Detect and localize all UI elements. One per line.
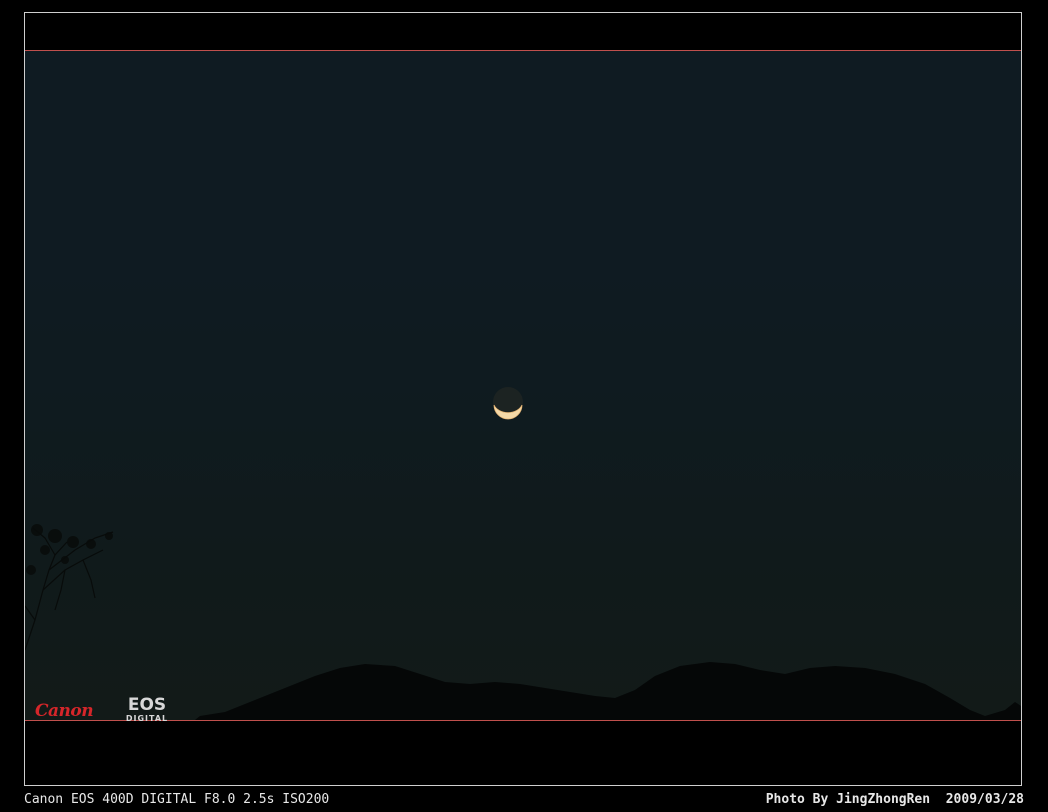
top-frame-line [25,50,1021,51]
photo-frame: Canon EOS DIGITAL [24,12,1022,786]
canon-logo: Canon [35,701,94,721]
landscape-scene [25,387,1021,720]
night-sky-photo [25,50,1021,720]
camera-settings-caption: Canon EOS 400D DIGITAL F8.0 2.5s ISO200 [24,792,330,807]
eos-logo-text: EOS [127,695,167,715]
bottom-frame-line [25,720,1021,721]
eos-digital-logo: EOS DIGITAL [121,697,173,723]
digital-logo-text: DIGITAL [125,714,169,723]
photo-page: Canon EOS DIGITAL Canon EOS 400D DIGITAL… [0,0,1048,812]
mountain-silhouette [195,662,1021,720]
photographer-credit-caption: Photo By JingZhongRen 2009/03/28 [765,792,1024,807]
